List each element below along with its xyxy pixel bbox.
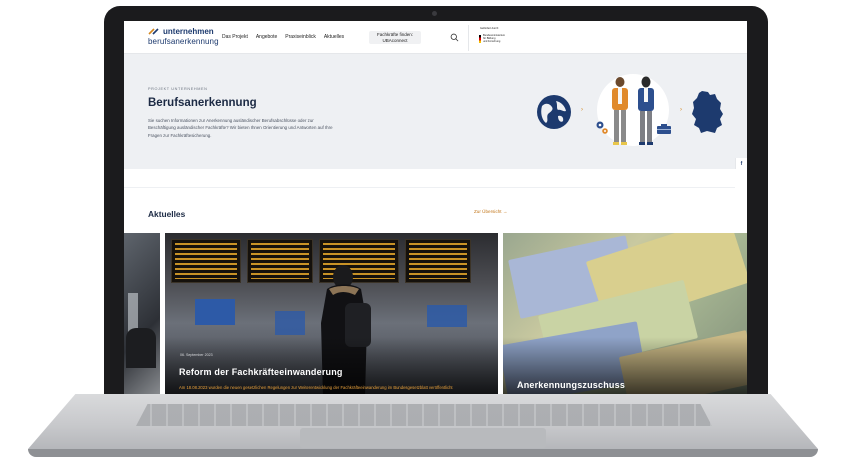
gov-line-3: und Forschung <box>483 40 501 43</box>
keyboard <box>136 404 712 426</box>
logo-slash-icon <box>148 28 159 35</box>
arrow-right-icon-2: › <box>680 107 682 113</box>
nav-aktuelles[interactable]: Aktuelles <box>324 34 344 40</box>
hero-title: Berufsanerkennung <box>148 97 257 109</box>
card-title[interactable]: Reform der Fachkräfteeinwanderung <box>179 367 343 377</box>
departure-board <box>247 239 313 283</box>
germany-map-icon <box>692 91 723 133</box>
logo-text-top: unternehmen <box>163 27 214 36</box>
hero-kicker: PROJEKT UNTERNEHMEN <box>148 87 208 91</box>
section-separator <box>124 187 735 188</box>
departure-board <box>171 239 241 283</box>
webcam <box>432 11 437 16</box>
station-sign <box>275 311 305 335</box>
news-card-anerkennungszuschuss[interactable]: Anerkennungszuschuss <box>503 233 747 397</box>
bmbf-logo[interactable]: Gefördert durch: Bundesministerium für B… <box>477 27 513 47</box>
card-teaser: Am 18.08.2023 wurden die neuen gesetzlic… <box>179 385 453 390</box>
facebook-icon[interactable]: f <box>738 161 745 168</box>
news-title: Aktuelles <box>148 209 186 219</box>
globe-icon <box>537 95 571 129</box>
news-section: Aktuelles Zur Übersicht → <box>124 169 747 237</box>
fachkraefte-finden-button[interactable]: Fachkräfte finden: UBAconnect <box>369 31 421 44</box>
news-card-previous[interactable] <box>124 233 160 397</box>
laptop-base-edge <box>28 449 818 457</box>
station-sign <box>195 299 235 325</box>
card-date: 06. September 2023 <box>180 353 213 357</box>
departure-board <box>405 239 471 283</box>
header-divider <box>468 25 469 51</box>
person-silhouette <box>126 328 156 368</box>
gears-icon <box>596 121 608 134</box>
woman-blue-jacket-icon <box>638 76 654 145</box>
card-title[interactable]: Anerkennungszuschuss <box>517 380 625 390</box>
overview-link[interactable]: Zur Übersicht → <box>474 209 507 214</box>
browser-screen: unternehmen berufsanerkennung Das Projek… <box>124 21 747 397</box>
logo-text-bottom: berufsanerkennung <box>148 37 219 46</box>
suitcase-icon <box>657 124 671 134</box>
trackpad <box>300 428 546 448</box>
site-header: unternehmen berufsanerkennung Das Projek… <box>124 21 747 54</box>
nav-angebote[interactable]: Angebote <box>256 34 277 40</box>
german-flag-icon <box>479 35 481 43</box>
arrow-right-icon: › <box>581 107 583 113</box>
cta-line-2: UBAconnect <box>382 37 408 43</box>
man-orange-jacket-icon <box>612 77 628 145</box>
station-sign <box>427 305 467 327</box>
nav-praxiseinblick[interactable]: Praxiseinblick <box>285 34 316 40</box>
search-icon[interactable] <box>450 33 459 42</box>
hero-description: Sie suchen Informationen zur Anerkennung… <box>148 118 333 138</box>
main-nav: Das Projekt Angebote Praxiseinblick Aktu… <box>222 34 344 40</box>
gov-funded-by: Gefördert durch: <box>480 27 499 30</box>
nav-das-projekt[interactable]: Das Projekt <box>222 34 248 40</box>
news-card-fachkraefteeinwanderung[interactable]: 06. September 2023 Reform der Fachkräfte… <box>165 233 498 397</box>
people-illustration-bg <box>597 74 669 146</box>
